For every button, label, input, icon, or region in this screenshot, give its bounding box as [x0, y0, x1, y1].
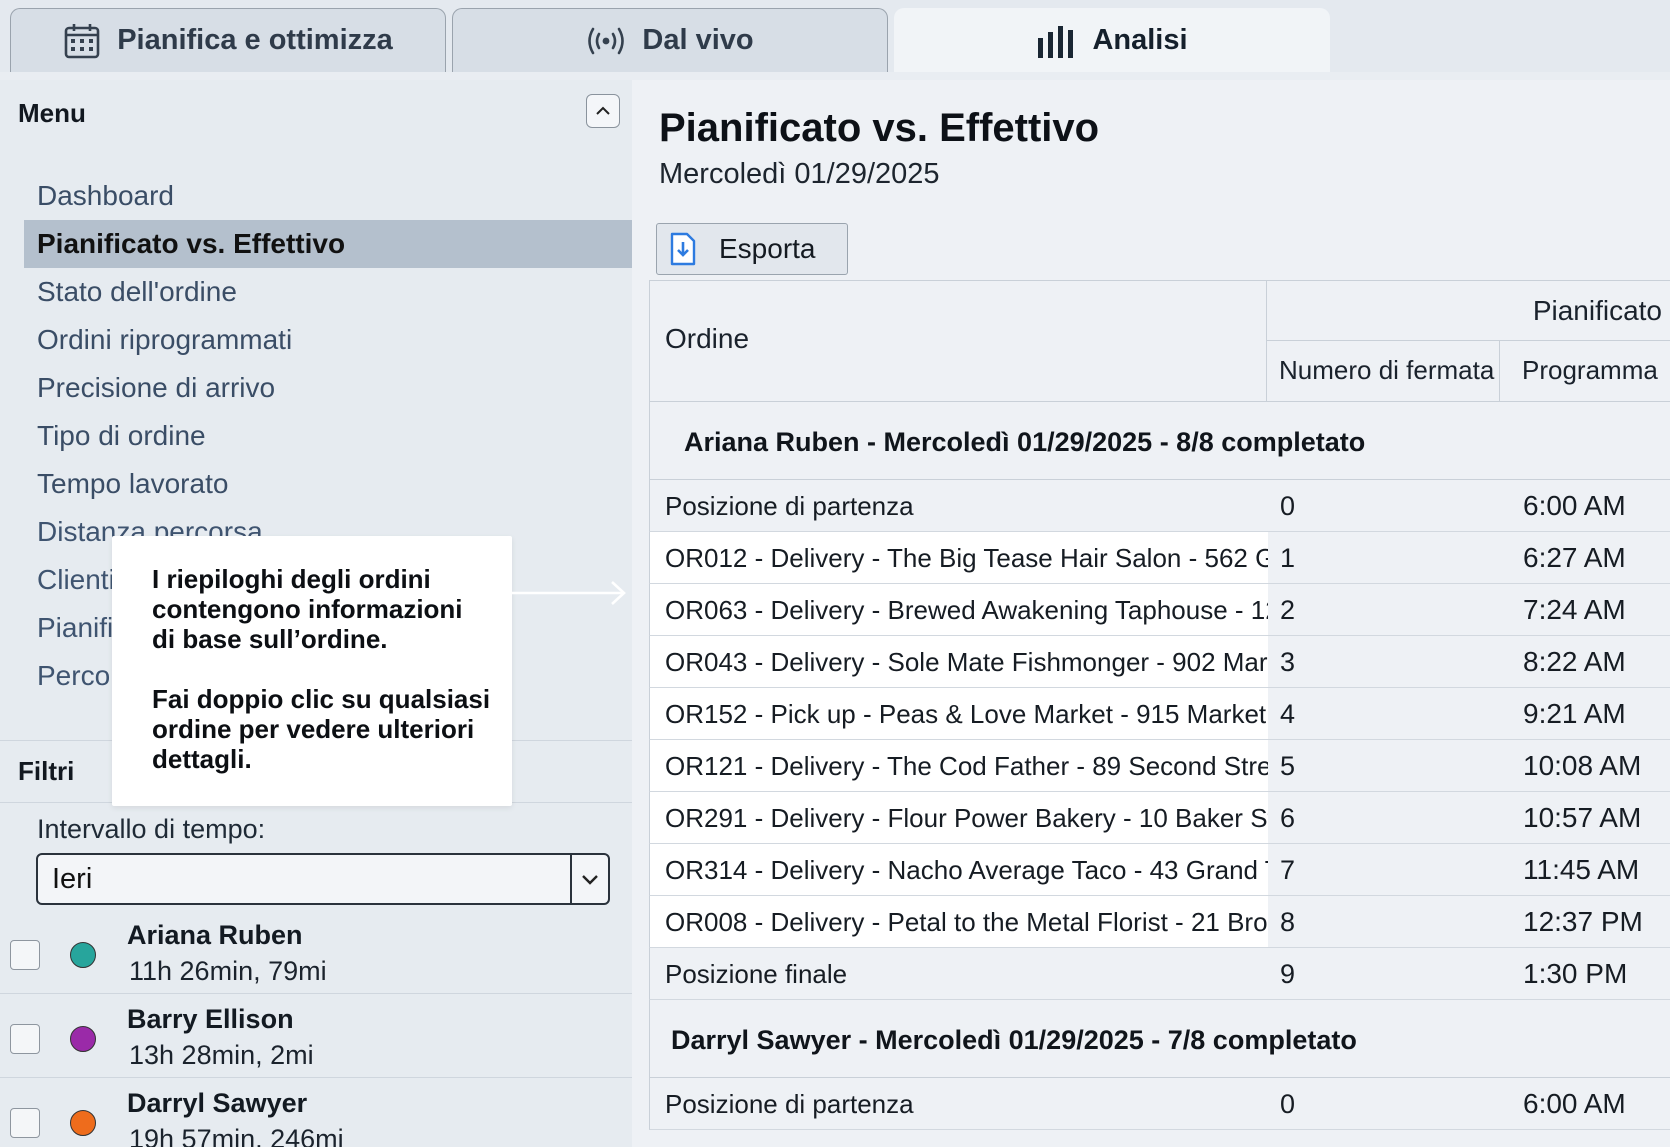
column-header-ordine[interactable]: Ordine [649, 281, 1267, 401]
table-row[interactable]: Posizione finale 9 1:30 PM [649, 948, 1670, 1000]
driver-name: Ariana Ruben [127, 920, 303, 950]
menu-item-tipo-ordine[interactable]: Tipo di ordine [24, 412, 632, 460]
table-row[interactable]: Posizione di partenza 0 6:00 AM [649, 1078, 1670, 1130]
menu-item-ordini-riprogrammati[interactable]: Ordini riprogrammati [24, 316, 632, 364]
driver-stats: 19h 57min, 246mi [129, 1124, 344, 1147]
tooltip-text: I riepiloghi degli ordini contengono inf… [152, 564, 463, 654]
driver-color-dot [70, 1110, 96, 1136]
table-row[interactable]: OR043 - Delivery - Sole Mate Fishmonger … [649, 636, 1670, 688]
driver-checkbox[interactable] [10, 1024, 40, 1054]
table-row[interactable]: OR152 - Pick up - Peas & Love Market - 9… [649, 688, 1670, 740]
table-row[interactable]: OR291 - Delivery - Flour Power Bakery - … [649, 792, 1670, 844]
chevron-down-icon [570, 855, 608, 903]
menu-item-dashboard[interactable]: Dashboard [24, 172, 632, 220]
top-tab-bar: Pianifica e ottimizza Dal vivo Analisi [0, 0, 1670, 72]
driver-row-barry-ellison: Barry Ellison 13h 28min, 2mi [0, 994, 632, 1078]
driver-stats: 13h 28min, 2mi [129, 1040, 314, 1070]
menu-item-stato-ordine[interactable]: Stato dell'ordine [24, 268, 632, 316]
table-row[interactable]: OR012 - Delivery - The Big Tease Hair Sa… [649, 532, 1670, 584]
driver-stats: 11h 26min, 79mi [129, 956, 327, 986]
page-title: Pianificato vs. Effettivo [659, 106, 1100, 150]
tab-pianifica-e-ottimizza[interactable]: Pianifica e ottimizza [10, 8, 446, 72]
tooltip-text: Fai doppio clic su qualsiasi ordine per … [152, 684, 491, 774]
menu-item-precisione-arrivo[interactable]: Precisione di arrivo [24, 364, 632, 412]
tab-label: Dal vivo [642, 24, 754, 56]
filters-heading: Filtri [18, 756, 75, 786]
tab-label: Analisi [1092, 24, 1188, 56]
arrow-right-icon [512, 581, 626, 605]
menu-item-tempo-lavorato[interactable]: Tempo lavorato [24, 460, 632, 508]
table-row[interactable]: OR314 - Delivery - Nacho Average Taco - … [649, 844, 1670, 896]
chevron-up-icon [596, 106, 610, 115]
column-header-numero-fermata[interactable]: Numero di fermata [1267, 341, 1500, 401]
table-row[interactable]: Posizione di partenza 0 6:00 AM [649, 480, 1670, 532]
menu-item-pianificato-vs-effettivo[interactable]: Pianificato vs. Effettivo [24, 220, 632, 268]
driver-name: Darryl Sawyer [127, 1088, 308, 1118]
column-header-programma[interactable]: Programma [1500, 341, 1670, 401]
table-row[interactable]: OR008 - Delivery - Petal to the Metal Fl… [649, 896, 1670, 948]
driver-color-dot [70, 942, 96, 968]
menu-heading: Menu [18, 98, 86, 128]
bar-chart-icon [1038, 25, 1074, 58]
time-range-label: Intervallo di tempo: [37, 814, 266, 844]
export-file-icon [670, 232, 696, 266]
driver-checkbox[interactable] [10, 940, 40, 970]
driver-row-ariana-ruben: Ariana Ruben 11h 26min, 79mi [0, 910, 632, 994]
tab-analisi[interactable]: Analisi [894, 8, 1330, 72]
broadcast-icon [588, 27, 625, 54]
collapse-menu-button[interactable] [586, 94, 620, 128]
time-range-select[interactable]: Ieri [36, 853, 610, 905]
table-row[interactable]: OR121 - Delivery - The Cod Father - 89 S… [649, 740, 1670, 792]
export-label: Esporta [719, 233, 816, 264]
group-header-ariana-ruben[interactable]: Ariana Ruben - Mercoledì 01/29/2025 - 8/… [649, 402, 1670, 480]
column-group-pianificato: Pianificato [1267, 281, 1670, 341]
export-button[interactable]: Esporta [656, 223, 848, 275]
driver-checkbox[interactable] [10, 1108, 40, 1138]
page-subtitle: Mercoledì 01/29/2025 [659, 158, 940, 190]
tab-dal-vivo[interactable]: Dal vivo [452, 8, 888, 72]
driver-row-darryl-sawyer: Darryl Sawyer 19h 57min, 246mi [0, 1078, 632, 1147]
driver-color-dot [70, 1026, 96, 1052]
time-range-value: Ieri [52, 862, 93, 895]
driver-name: Barry Ellison [127, 1004, 294, 1034]
tab-label: Pianifica e ottimizza [117, 24, 393, 56]
planned-vs-actual-table: Ordine Pianificato Numero di fermata Pro… [649, 280, 1670, 1130]
calendar-icon [64, 23, 100, 58]
main-content: Pianificato vs. Effettivo Mercoledì 01/2… [632, 80, 1670, 1147]
onboarding-tooltip: I riepiloghi degli ordini contengono inf… [112, 536, 512, 806]
table-header: Ordine Pianificato Numero di fermata Pro… [649, 280, 1670, 402]
group-header-darryl-sawyer[interactable]: Darryl Sawyer - Mercoledì 01/29/2025 - 7… [649, 1000, 1670, 1078]
table-row[interactable]: OR063 - Delivery - Brewed Awakening Taph… [649, 584, 1670, 636]
